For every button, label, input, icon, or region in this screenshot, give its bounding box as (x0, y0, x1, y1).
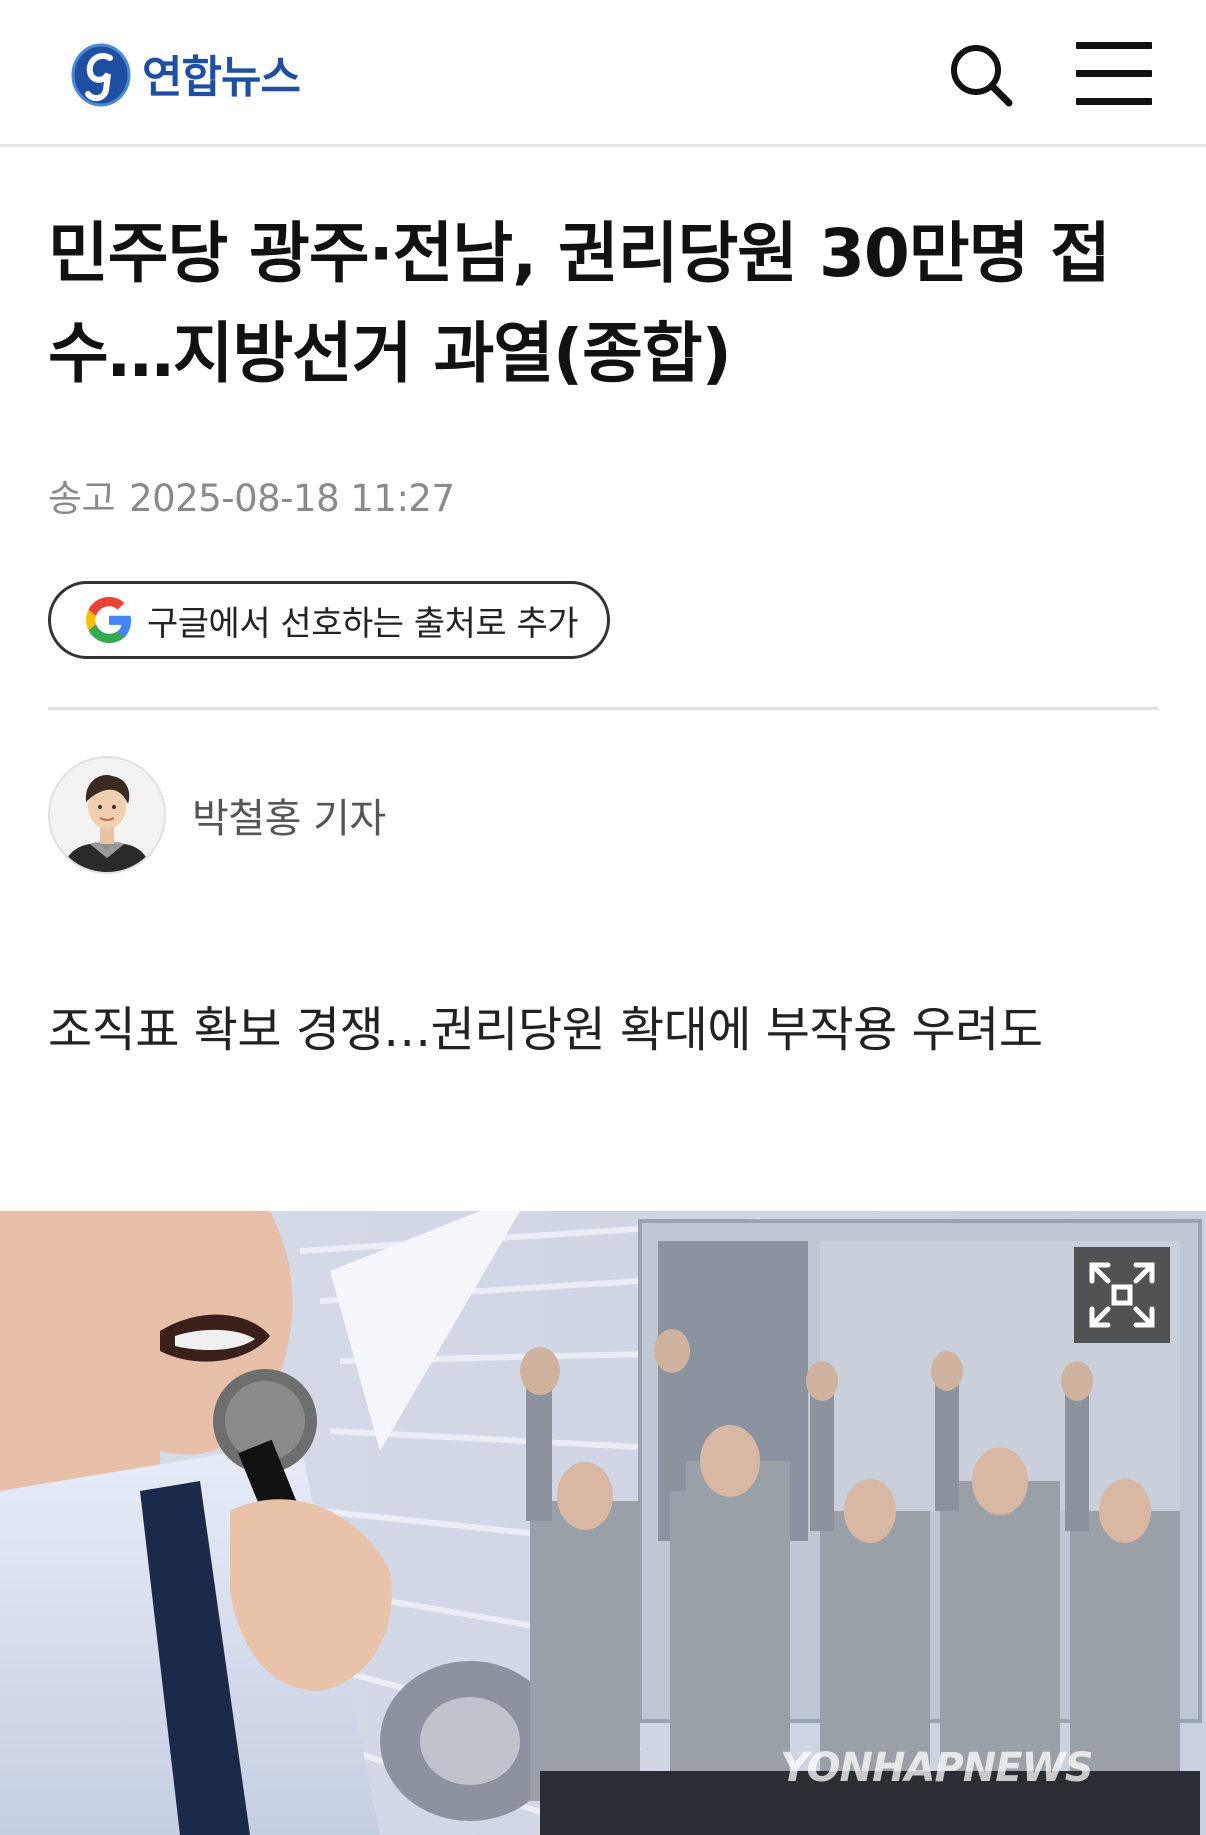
brand-logo[interactable]: 연합뉴스 (70, 38, 301, 108)
google-preferred-source-label: 구글에서 선호하는 출처로 추가 (147, 603, 579, 644)
published-timestamp: 2025-08-18 11:27 (129, 477, 455, 520)
search-icon (951, 45, 1013, 107)
article-photo[interactable]: YONHAPNEWS (0, 1211, 1206, 1835)
top-header: 연합뉴스 (0, 0, 1206, 147)
article-subtitle: 조직표 확보 경쟁…권리당원 확대에 부작용 우려도 (48, 1002, 1043, 1058)
yonhap-logo-icon (70, 38, 132, 108)
reporter-avatar[interactable] (48, 756, 166, 874)
article-meta: 송고 2025-08-18 11:27 (48, 468, 455, 522)
article-title: 민주당 광주·전남, 권리당원 30만명 접수…지방선거 과열(종합) (48, 215, 1111, 392)
google-preferred-source-button[interactable]: 구글에서 선호하는 출처로 추가 (48, 581, 610, 659)
photo-illustration (0, 1211, 1206, 1835)
expand-fullscreen-icon (1089, 1262, 1155, 1328)
menu-button[interactable] (1076, 42, 1152, 105)
published-label: 송고 (48, 477, 116, 520)
brand-name: 연합뉴스 (142, 52, 301, 103)
hamburger-menu-icon (1076, 42, 1152, 49)
expand-photo-button[interactable] (1074, 1247, 1170, 1343)
photo-watermark: YONHAPNEWS (780, 1745, 1093, 1791)
reporter-name[interactable]: 박철홍 기자 (192, 786, 386, 844)
reporter-byline[interactable]: 박철홍 기자 (48, 756, 386, 874)
google-g-icon (86, 597, 131, 643)
search-button[interactable] (948, 42, 1014, 108)
divider (48, 707, 1158, 710)
